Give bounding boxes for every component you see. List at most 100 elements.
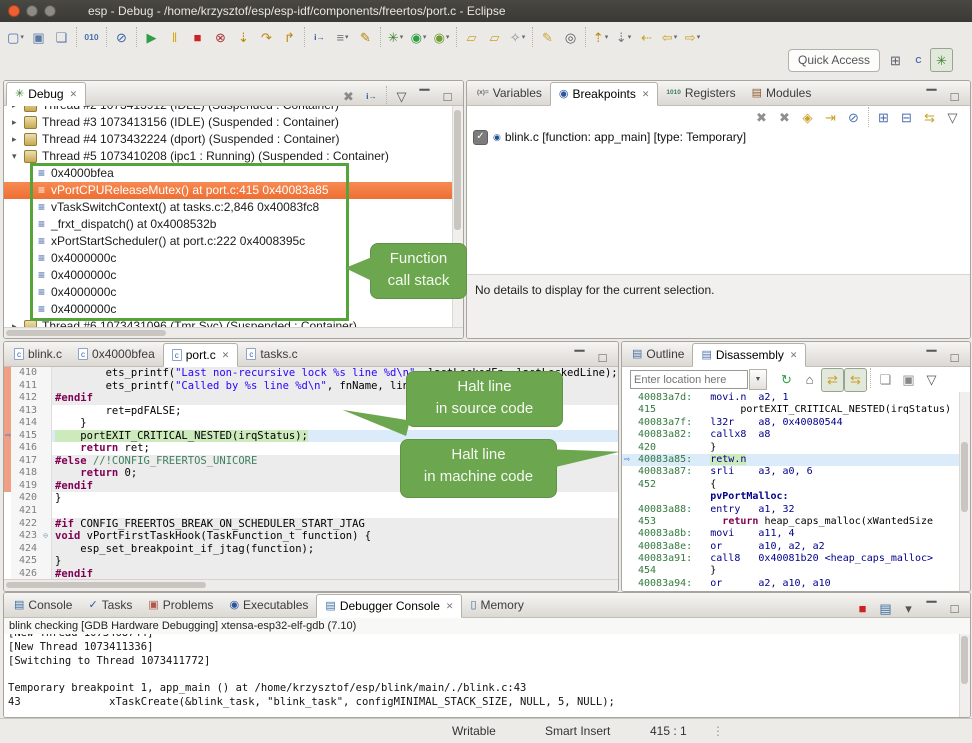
tab-modules[interactable]: ▤Modules [744,82,820,104]
disassembly-line[interactable]: 454 } [622,565,960,577]
tab-variables[interactable]: (x)=Variables [469,82,550,104]
step-into-button[interactable]: ⇣ [232,25,255,49]
remove-all-breakpoints-button[interactable]: ✖ [773,105,796,129]
tab-tasks[interactable]: ✓Tasks [80,594,140,616]
run-button[interactable]: ◉▾ [407,25,430,49]
tab-blink-c[interactable]: cblink.c [6,343,70,365]
dropdown-arrow-icon[interactable]: ▾ [20,33,24,41]
tab-tasks-c[interactable]: ctasks.c [238,343,305,365]
open-console-dropdown-button[interactable]: ▾ [897,596,920,620]
remove-all-terminated-button[interactable]: ✖ [337,84,360,108]
track-expression-toggle[interactable]: ⇆ [844,368,867,392]
editor-line[interactable]: 424 esp_set_breakpoint_if_jtag(function)… [4,543,618,556]
cpp-perspective-button[interactable]: C [907,48,930,72]
disasm-minimize-button[interactable]: ▔ [920,345,943,369]
tab-breakpoints[interactable]: ◉Breakpoints✕ [550,82,659,106]
stack-frame-row[interactable]: ≡0x4000000c [4,301,453,318]
show-breakpoints-for-selection-button[interactable]: ◈ [796,105,819,129]
location-dropdown-icon[interactable]: ▼ [749,369,767,390]
display-selected-console-button[interactable]: ▤ [874,596,897,620]
tab-registers[interactable]: 1010Registers [658,82,743,104]
debug-maximize-button[interactable]: □ [436,84,459,108]
tree-twisty-icon[interactable]: ▸ [12,106,24,114]
open-new-view-button[interactable]: ❏ [874,368,897,392]
tree-twisty-icon[interactable]: ▾ [12,148,24,165]
tab-close-icon[interactable]: ✕ [446,601,454,612]
tab-port-c[interactable]: cport.c✕ [163,343,239,367]
expand-all-button[interactable]: ⊞ [872,105,895,129]
sync-with-active-context-toggle[interactable]: ⇄ [821,368,844,392]
disassembly-line[interactable]: 40083a8b: movi a11, 4 [622,528,960,540]
disconnect-button[interactable]: ⊗ [209,25,232,49]
step-over-button[interactable]: ↷ [255,25,278,49]
thread-row[interactable]: ▾Thread #5 1073410208 (ipc1 : Running) (… [4,148,453,165]
toggle-annotations-button[interactable]: ✎ [536,25,559,49]
skip-all-breakpoints-button[interactable]: ⊘ [110,25,133,49]
bp-maximize-button[interactable]: □ [943,84,966,108]
dropdown-arrow-icon[interactable]: ▾ [674,33,678,41]
stack-frame-row[interactable]: ≡vPortCPUReleaseMutex() at port.c:415 0x… [4,182,453,199]
disassembly-line[interactable]: 453 return heap_caps_malloc(xWantedSize [622,516,960,528]
console-maximize-button[interactable]: □ [943,596,966,620]
disassembly-line[interactable]: 40083a7f: l32r a8, 0x40080544 [622,417,960,429]
last-edit-location-button[interactable]: ⇡▾ [589,25,612,49]
editor-minimize-button[interactable]: ▔ [568,345,591,369]
editor-line[interactable]: 422#if CONFIG_FREERTOS_BREAK_ON_SCHEDULE… [4,518,618,531]
disasm-maximize-button[interactable]: □ [943,345,966,369]
mark-occurrences-button[interactable]: ✎ [354,25,377,49]
disassembly-line[interactable]: 40083a94: or a2, a10, a10 [622,578,960,590]
quick-access-button[interactable]: Quick Access [788,49,880,72]
thread-row[interactable]: ▸Thread #3 1073413156 (IDLE) (Suspended … [4,114,453,131]
skip-breakpoints-toggle[interactable]: ⊘ [842,105,865,129]
tab-debug[interactable]: ✳Debug✕ [6,82,86,106]
refresh-view-button[interactable]: ↻ [775,368,798,392]
console-terminate-button[interactable]: ■ [851,596,874,620]
back-button[interactable]: ⇦▾ [658,25,681,49]
step-return-button[interactable]: ↱ [278,25,301,49]
bp-minimize-button[interactable]: ▔ [920,84,943,108]
forward-button[interactable]: ⇨▾ [681,25,704,49]
tab-outline[interactable]: ▤Outline [624,343,692,365]
editor-line[interactable]: 423⊖void vPortFirstTaskHook(TaskFunction… [4,530,618,543]
debug-perspective-button[interactable]: ✳ [930,48,953,72]
tab-console[interactable]: ▤Console [6,594,80,616]
disassembly-line[interactable]: 40083a87: srli a3, a0, 6 [622,466,960,478]
disassembly-line[interactable]: ⇨40083a85: retw.n [622,454,960,466]
debug-button[interactable]: ✳▾ [384,25,407,49]
disassembly-line[interactable]: 40083a7d: movi.n a2, 1 [622,392,960,404]
tab-close-icon[interactable]: ✕ [790,350,798,361]
external-tools-button[interactable]: ✧▾ [506,25,529,49]
pin-view-button[interactable]: ▣ [897,368,920,392]
use-step-filters-button[interactable]: ≡▾ [331,25,354,49]
stack-frame-row[interactable]: ≡vTaskSwitchContext() at tasks.c:2,846 0… [4,199,453,216]
editor-maximize-button[interactable]: □ [591,345,614,369]
open-element-button[interactable]: ▱ [483,25,506,49]
dropdown-arrow-icon[interactable]: ▾ [522,33,526,41]
bp-view-menu-button[interactable]: ▽ [941,105,964,129]
disassembly-vertical-scrollbar[interactable] [959,392,970,591]
console-vertical-scrollbar[interactable] [959,634,970,717]
disassembly-line[interactable]: pvPortMalloc: [622,491,960,503]
link-with-debug-view-button[interactable]: ⇆ [918,105,941,129]
next-annotation-button[interactable]: ⇣▾ [612,25,635,49]
window-close-button[interactable] [8,5,20,17]
instruction-stepping-button[interactable]: i→ [308,25,331,49]
disassembly-line[interactable]: 452 { [622,479,960,491]
console-output[interactable]: [New Thread 1073468744][New Thread 10734… [4,634,960,717]
search-button[interactable]: ◎ [559,25,582,49]
disassembly-line[interactable]: 40083a82: callx8 a8 [622,429,960,441]
tree-twisty-icon[interactable]: ▸ [12,114,24,131]
disassembly-line[interactable]: 420 } [622,442,960,454]
tab-debugger-console[interactable]: ▤Debugger Console✕ [316,594,462,618]
editor-line[interactable]: 425} [4,555,618,568]
breakpoint-checkbox[interactable]: ✓ [473,130,488,145]
debug-minimize-button[interactable]: ▔ [413,84,436,108]
tab-0x4000bfea[interactable]: c0x4000bfea [70,343,163,365]
console-minimize-button[interactable]: ▔ [920,596,943,620]
editor-horizontal-scrollbar[interactable] [4,579,618,591]
stack-frame-row[interactable]: ≡_frxt_dispatch() at 0x4008532b [4,216,453,233]
breakpoint-list-item[interactable]: ✓ ◉ blink.c [function: app_main] [type: … [467,128,970,146]
dropdown-arrow-icon[interactable]: ▾ [423,33,427,41]
terminate-button[interactable]: ■ [186,25,209,49]
open-perspective-button[interactable]: ⊞ [884,48,907,72]
